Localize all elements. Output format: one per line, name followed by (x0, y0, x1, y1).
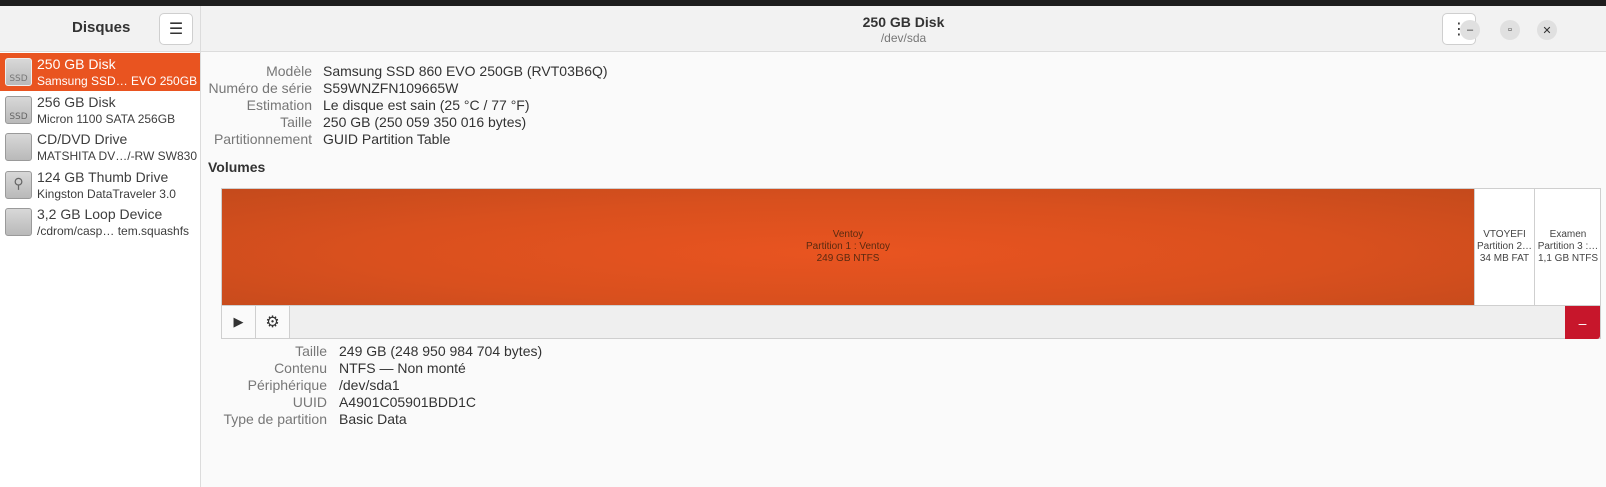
partition-label: Ventoy (832, 229, 864, 240)
minus-icon: – (1578, 314, 1587, 331)
info-label: Partitionnement (213, 131, 312, 147)
volume-toolbar: ▶ ⚙ – (221, 306, 1601, 339)
mount-button[interactable]: ▶ (222, 306, 256, 338)
sidebar-header: Disques ☰ (0, 6, 200, 52)
delete-partition-button[interactable]: – (1565, 306, 1600, 339)
info-label: Contenu (274, 360, 327, 376)
volumes-heading: Volumes (208, 159, 266, 175)
disk-model: MATSHITA DV…/-RW SW830 (37, 149, 197, 163)
play-icon: ▶ (233, 314, 244, 329)
disk-item-thumb-drive[interactable]: ⚲ 124 GB Thumb Drive Kingston DataTravel… (0, 166, 200, 204)
disk-model: /cdrom/casp… tem.squashfs (37, 224, 190, 238)
header-bar: 250 GB Disk /dev/sda ⋮ – ▫ ✕ (201, 6, 1606, 52)
partition-name: Partition 2… (1476, 241, 1533, 252)
disk-name: 256 GB Disk (37, 93, 116, 110)
partition-label: Examen (1549, 229, 1587, 240)
info-value: 250 GB (250 059 350 016 bytes) (323, 114, 527, 130)
minimize-icon: – (1466, 24, 1474, 36)
disk-device-path: /dev/sda (880, 31, 927, 45)
info-label: UUID (292, 394, 327, 410)
maximize-icon: ▫ (1508, 24, 1512, 36)
close-button[interactable]: ✕ (1537, 20, 1557, 40)
disk-model: Kingston DataTraveler 3.0 (37, 186, 176, 201)
info-label: Estimation (246, 97, 312, 113)
disk-item-250gb[interactable]: SSD 250 GB Disk Samsung SSD… EVO 250GB (0, 53, 200, 91)
info-label: Modèle (266, 63, 312, 79)
minimize-button[interactable]: – (1460, 20, 1480, 40)
partition-name: Partition 3 :… (1537, 241, 1599, 252)
disk-item-cd-dvd[interactable]: CD/DVD Drive MATSHITA DV…/-RW SW830 (0, 128, 200, 166)
usb-drive-icon: ⚲ (5, 170, 32, 199)
ssd-icon: SSD (5, 95, 32, 124)
disk-name: 3,2 GB Loop Device (37, 206, 163, 222)
partition-vtoyefi[interactable]: VTOYEFI Partition 2… 34 MB FAT (1475, 189, 1535, 305)
disk-item-256gb[interactable]: SSD 256 GB Disk Micron 1100 SATA 256GB (0, 91, 200, 129)
hamburger-menu-button[interactable]: ☰ (159, 13, 193, 45)
info-value: 249 GB (248 950 984 704 bytes) (339, 343, 543, 359)
maximize-button[interactable]: ▫ (1500, 20, 1520, 40)
partition-size: 34 MB FAT (1479, 253, 1530, 264)
additional-options-button[interactable]: ⚙ (256, 306, 290, 338)
info-label: Type de partition (223, 411, 327, 427)
disk-item-loop-device[interactable]: 3,2 GB Loop Device /cdrom/casp… tem.squa… (0, 203, 200, 241)
optical-drive-icon (5, 133, 32, 161)
disk-details: Modèle Samsung SSD 860 EVO 250GB (RVT03B… (201, 53, 1606, 487)
volume-map: Ventoy Partition 1 : Ventoy 249 GB NTFS … (221, 188, 1601, 306)
partition-examen[interactable]: Examen Partition 3 :… 1,1 GB NTFS (1536, 189, 1600, 305)
disk-model: Samsung SSD… EVO 250GB (37, 74, 197, 88)
partition-label: VTOYEFI (1483, 229, 1526, 240)
info-value: /dev/sda1 (339, 377, 400, 393)
app-title: Disques (72, 19, 131, 36)
info-label: Taille (295, 343, 327, 359)
info-value: GUID Partition Table (323, 131, 451, 147)
gear-icon: ⚙ (265, 314, 280, 331)
disk-list: SSD 250 GB Disk Samsung SSD… EVO 250GB S… (0, 53, 200, 241)
disk-name: 124 GB Thumb Drive (37, 168, 169, 185)
info-value: A4901C05901BDD1C (339, 394, 476, 410)
info-value: Basic Data (339, 411, 407, 427)
ssd-icon: SSD (5, 58, 32, 86)
close-icon: ✕ (1542, 24, 1552, 37)
info-value: S59WNZFN109665W (323, 80, 459, 96)
info-value: Le disque est sain (25 °C / 77 °F) (323, 97, 530, 113)
disk-title: 250 GB Disk (862, 14, 945, 30)
info-label: Taille (280, 114, 312, 130)
disk-name: CD/DVD Drive (37, 131, 128, 147)
hamburger-icon: ☰ (168, 21, 184, 38)
sidebar: Disques ☰ SSD 250 GB Disk Samsung SSD… E… (0, 6, 201, 487)
info-label: Périphérique (247, 377, 327, 393)
info-value: NTFS — Non monté (339, 360, 466, 376)
partition-name: Partition 1 : Ventoy (806, 241, 890, 252)
info-value: Samsung SSD 860 EVO 250GB (RVT03B6Q) (323, 63, 608, 79)
loop-device-icon (5, 208, 32, 236)
disks-window: Disques ☰ SSD 250 GB Disk Samsung SSD… E… (0, 6, 1606, 487)
disk-model: Micron 1100 SATA 256GB (37, 111, 176, 126)
disk-name: 250 GB Disk (37, 56, 116, 72)
partition-ventoy[interactable]: Ventoy Partition 1 : Ventoy 249 GB NTFS (222, 189, 1475, 305)
info-label: Numéro de série (208, 80, 313, 96)
partition-size: 249 GB NTFS (816, 253, 880, 264)
partition-size: 1,1 GB NTFS (1537, 253, 1598, 264)
